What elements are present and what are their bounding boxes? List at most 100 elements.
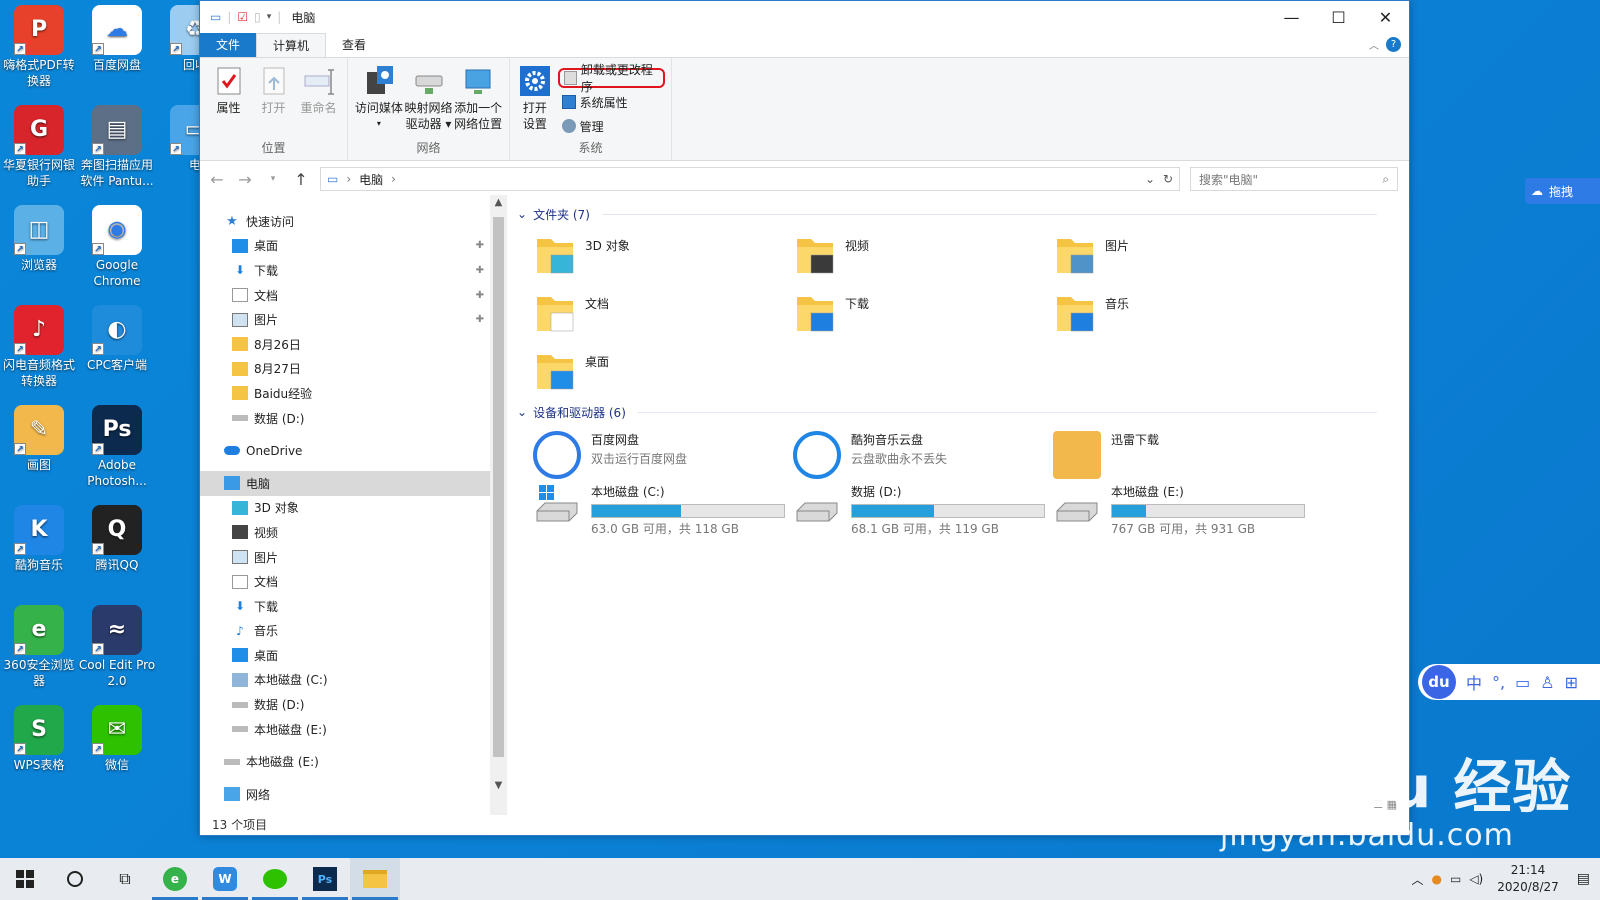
nav-item[interactable]: OneDrive [200,438,490,463]
network-status-icon[interactable]: ▭ [1450,872,1461,886]
drive-item[interactable]: 数据 (D:) 68.1 GB 可用，共 119 GB [793,483,1045,537]
nav-item[interactable]: Baidu经验 [200,381,490,406]
grid-menu-icon[interactable]: ⊞ [1565,673,1578,692]
nav-item[interactable]: 本地磁盘 (E:) [200,717,490,742]
desktop-shortcut[interactable]: Q ↗ 腾讯QQ [78,505,156,573]
desktop-shortcut[interactable]: ≈ ↗ Cool Edit Pro 2.0 [78,605,156,689]
folder-item[interactable]: 图片 [1053,233,1129,277]
desktop-shortcut[interactable]: ✎ ↗ 画图 [0,405,78,473]
taskbar-wps-writer[interactable]: W [200,858,250,900]
task-view-button[interactable]: ⧉ [100,858,150,900]
baidu-ime-logo-icon[interactable]: du [1422,665,1456,699]
volume-icon[interactable]: ◁) [1469,872,1483,886]
up-arrow-icon[interactable]: ↑ [292,170,310,189]
app-storage-item[interactable]: 酷狗音乐云盘 云盘歌曲永不丢失 [793,431,947,479]
desktop-shortcut[interactable]: Ps ↗ Adobe Photosh... [78,405,156,489]
nav-item[interactable]: 本地磁盘 (E:) [200,749,490,774]
folder-item[interactable]: 视频 [793,233,869,277]
new-folder-quick-icon[interactable]: ▯ [254,10,261,24]
nav-item[interactable]: 文档 ✚ [200,283,490,308]
nav-item[interactable]: 文档 [200,569,490,594]
properties-quick-icon[interactable]: ☑ [237,10,248,24]
scroll-up-icon[interactable]: ▲ [490,197,507,208]
breadcrumb-computer[interactable]: 电脑 [359,171,383,188]
nav-item[interactable]: 网络 [200,782,490,807]
folder-item[interactable]: 音乐 [1053,291,1129,335]
desktop-shortcut[interactable]: ☁ ↗ 百度网盘 [78,5,156,73]
help-icon[interactable]: ? [1386,37,1401,52]
nav-item[interactable]: 桌面 ✚ [200,234,490,259]
clock[interactable]: 21:14 2020/8/27 [1497,862,1559,896]
minimize-button[interactable]: — [1268,1,1315,33]
desktop-shortcut[interactable]: K ↗ 酷狗音乐 [0,505,78,573]
desktop-shortcut[interactable]: ◫ ↗ 浏览器 [0,205,78,273]
nav-item[interactable]: 数据 (D:) [200,692,490,717]
nav-item[interactable]: 图片 ✚ [200,307,490,332]
desktop-shortcut[interactable]: ◐ ↗ CPC客户端 [78,305,156,373]
nav-scrollbar[interactable]: ▲ ▼ [490,195,507,815]
back-arrow-icon[interactable]: ← [208,170,226,189]
maximize-button[interactable]: ☐ [1315,1,1362,33]
folder-item[interactable]: 文档 [533,291,609,335]
nav-item[interactable]: 8月26日 [200,332,490,357]
nav-item[interactable]: ♪ 音乐 [200,619,490,644]
baidu-netdisk-float-widget[interactable]: ☁ 拖拽 [1525,178,1600,204]
computer-small-icon[interactable]: ▭ [210,10,221,24]
nav-item[interactable]: 电脑 [200,470,490,496]
taskbar-360-browser[interactable]: e [150,858,200,900]
address-dropdown-icon[interactable]: ⌄ [1145,172,1155,186]
taskbar-file-explorer[interactable] [350,858,400,900]
uninstall-or-change-program-button[interactable]: 卸载或更改程序 [557,63,665,94]
manage-button[interactable]: 管理 [558,116,665,136]
collapse-ribbon-icon[interactable]: ︿ [1369,37,1379,52]
nav-item[interactable]: 数据 (D:) [200,406,490,431]
tab-file[interactable]: 文件 [200,33,257,57]
notifications-icon[interactable]: ▤ [1577,871,1590,887]
ime-lang-toggle[interactable]: 中 [1466,670,1482,694]
keyboard-icon[interactable]: ▭ [1515,673,1530,692]
drive-item[interactable]: 本地磁盘 (C:) 63.0 GB 可用，共 118 GB [533,483,785,537]
nav-item[interactable]: 3D 对象 [200,496,490,521]
search-input[interactable]: 搜索"电脑" ⌕ [1190,167,1398,191]
app-storage-item[interactable]: 百度网盘 双击运行百度网盘 [533,431,687,479]
show-hidden-icons-icon[interactable]: ︿ [1411,871,1423,888]
tab-computer[interactable]: 计算机 [256,33,327,57]
scroll-down-icon[interactable]: ▼ [490,780,507,791]
desktop-shortcut[interactable]: e ↗ 360安全浏览器 [0,605,78,689]
search-button[interactable] [50,858,100,900]
folders-section-header[interactable]: ⌄ 文件夹 (7) [517,203,1377,225]
nav-item[interactable]: 图片 [200,545,490,570]
address-bar[interactable]: ▭ › 电脑 › ⌄ ↻ [320,167,1180,191]
close-button[interactable]: ✕ [1362,1,1409,33]
desktop-shortcut[interactable]: ✉ ↗ 微信 [78,705,156,773]
nav-item[interactable]: 视频 [200,520,490,545]
nav-item[interactable]: ⬇ 下载 [200,594,490,619]
app-storage-item[interactable]: 迅雷下载 [1053,431,1159,479]
desktop-shortcut[interactable]: G ↗ 华夏银行网银助手 [0,105,78,189]
desktop-shortcut[interactable]: ♪ ↗ 闪电音频格式转换器 [0,305,78,389]
refresh-icon[interactable]: ↻ [1163,172,1173,186]
forward-arrow-icon[interactable]: → [236,170,254,189]
folder-item[interactable]: 下载 [793,291,869,335]
tray-app-icon[interactable]: ● [1431,872,1441,886]
folder-item[interactable]: 桌面 [533,349,609,393]
drive-item[interactable]: 本地磁盘 (E:) 767 GB 可用，共 931 GB [1053,483,1305,537]
punctuation-icon[interactable]: °, [1492,673,1505,692]
desktop-shortcut[interactable]: ▤ ↗ 奔图扫描应用软件 Pantu... [78,105,156,189]
tab-view[interactable]: 查看 [326,33,382,57]
nav-item[interactable]: 桌面 [200,643,490,668]
taskbar-photoshop[interactable]: Ps [300,858,350,900]
desktop-shortcut[interactable]: ◉ ↗ Google Chrome [78,205,156,289]
nav-item[interactable]: 本地磁盘 (C:) [200,668,490,693]
system-properties-button[interactable]: 系统属性 [558,92,665,112]
nav-item[interactable]: ★ 快速访问 [200,209,490,234]
desktop-shortcut[interactable]: P ↗ 嗨格式PDF转换器 [0,5,78,89]
desktop-shortcut[interactable]: S ↗ WPS表格 [0,705,78,773]
ime-toolbar[interactable]: du 中 °, ▭ ♙ ⊞ [1418,664,1600,700]
scrollbar-thumb[interactable] [493,217,504,757]
taskbar-wechat[interactable] [250,858,300,900]
start-button[interactable] [0,858,50,900]
folder-item[interactable]: 3D 对象 [533,233,630,277]
customize-dropdown-icon[interactable]: ▾ [267,12,272,22]
nav-item[interactable]: ⬇ 下载 ✚ [200,258,490,283]
